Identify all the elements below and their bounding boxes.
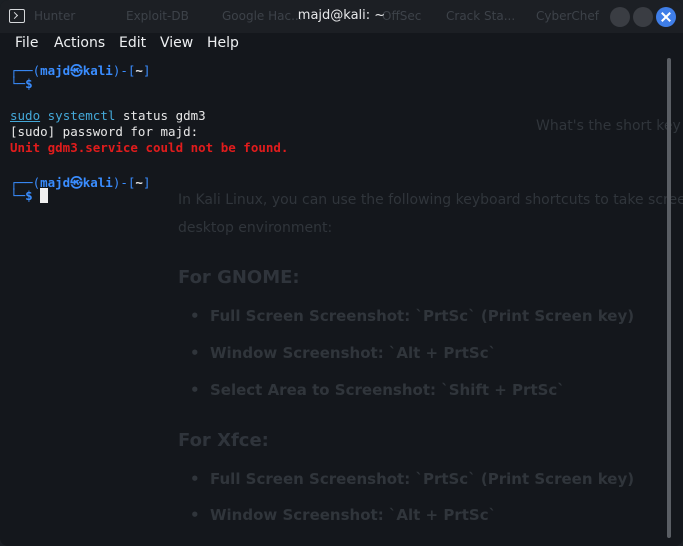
- menu-file[interactable]: File: [15, 35, 38, 51]
- menu-help[interactable]: Help: [207, 35, 239, 51]
- maximize-button[interactable]: [633, 7, 653, 27]
- title-bar[interactable]: Hunter Exploit-DB Google Hac... OffSec C…: [0, 0, 683, 33]
- text-cursor: [40, 188, 49, 203]
- menu-view[interactable]: View: [160, 35, 193, 51]
- prompt-line-bottom: └─$: [10, 188, 49, 203]
- menu-actions[interactable]: Actions: [54, 35, 105, 51]
- terminal-output[interactable]: ┌──(majd㉿kali)-[~] └─$ sudo systemctl st…: [0, 56, 660, 546]
- menu-bar: File Actions Edit View Help: [0, 33, 683, 53]
- scrollbar[interactable]: [667, 58, 671, 538]
- prompt-line-bottom: └─$: [10, 76, 33, 91]
- minimize-button[interactable]: [610, 7, 630, 27]
- window-title: majd@kali: ~: [297, 8, 386, 23]
- password-line: [sudo] password for majd:: [10, 124, 199, 139]
- close-button[interactable]: [656, 7, 676, 27]
- error-line: Unit gdm3.service could not be found.: [10, 140, 289, 155]
- command-line: sudo systemctl status gdm3: [10, 108, 206, 123]
- terminal-window: What's the short key In Kali Linux, you …: [0, 0, 683, 546]
- menu-edit[interactable]: Edit: [119, 35, 146, 51]
